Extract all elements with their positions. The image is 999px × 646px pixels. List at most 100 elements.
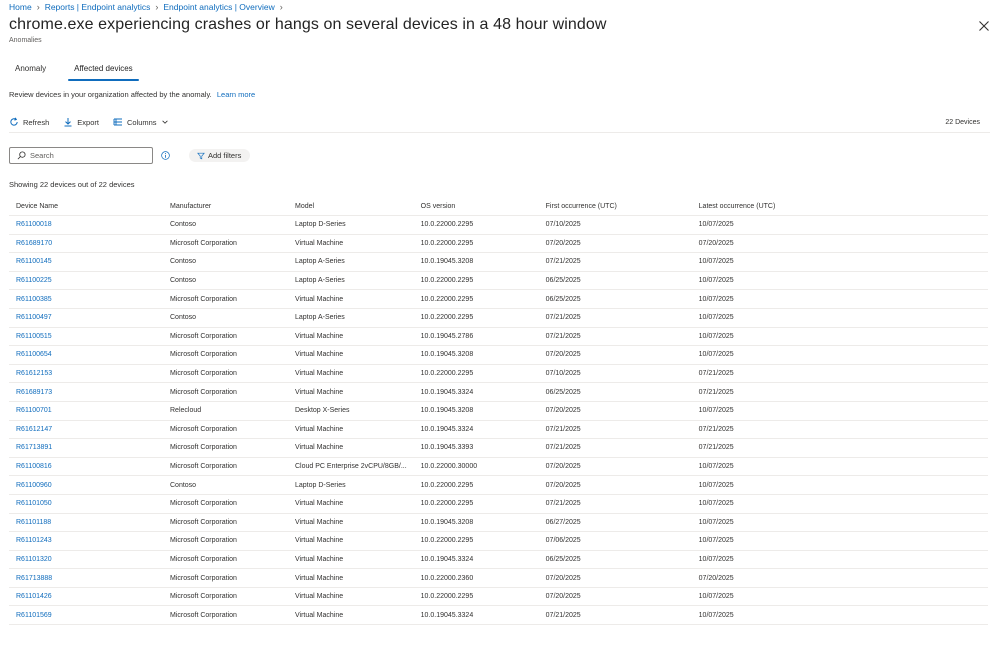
close-icon[interactable] — [978, 20, 990, 32]
os-version-cell: 10.0.19045.3324 — [413, 382, 539, 402]
column-header-device-name[interactable]: Device Name — [9, 197, 163, 216]
first-occurrence-cell: 07/20/2025 — [538, 345, 692, 365]
column-header-manufacturer[interactable]: Manufacturer — [163, 197, 288, 216]
breadcrumb-home[interactable]: Home — [9, 2, 32, 12]
first-occurrence-cell: 07/20/2025 — [538, 475, 692, 495]
manufacturer-cell: Microsoft Corporation — [163, 345, 288, 365]
column-header-latest-occurrence[interactable]: Latest occurrence (UTC) — [691, 197, 988, 216]
search-input[interactable]: Search — [9, 147, 153, 164]
device-name-link[interactable]: R61100701 — [9, 401, 163, 421]
table-row[interactable]: R61101569 Microsoft Corporation Virtual Ma… — [9, 605, 988, 626]
table-row[interactable]: R61713891 Microsoft Corporation Virtual Ma… — [9, 438, 988, 458]
device-name-link[interactable]: R61713888 — [9, 568, 163, 588]
export-button[interactable]: Export — [63, 117, 99, 127]
column-header-first-occurrence[interactable]: First occurrence (UTC) — [538, 197, 692, 216]
device-name-link[interactable]: R61100515 — [9, 327, 163, 347]
table-row[interactable]: R61100816 Microsoft Corporation Cloud PC E… — [9, 457, 988, 477]
manufacturer-cell: Contoso — [163, 215, 288, 235]
table-row[interactable]: R61689170 Microsoft Corporation Virtual Ma… — [9, 234, 988, 254]
device-name-link[interactable]: R61689170 — [9, 234, 163, 254]
table-row[interactable]: R61101320 Microsoft Corporation Virtual Ma… — [9, 550, 988, 570]
table-row[interactable]: R61100018 Contoso Laptop D-Series 10.0.2200… — [9, 215, 988, 235]
manufacturer-cell: Microsoft Corporation — [163, 605, 288, 626]
first-occurrence-cell: 07/20/2025 — [538, 568, 692, 588]
device-name-link[interactable]: R61100497 — [9, 308, 163, 328]
device-name-link[interactable]: R61100654 — [9, 345, 163, 365]
device-name-link[interactable]: R61100385 — [9, 289, 163, 309]
device-name-link[interactable]: R61612153 — [9, 364, 163, 384]
breadcrumb-reports[interactable]: Reports | Endpoint analytics — [45, 2, 151, 12]
columns-button[interactable]: Columns — [113, 117, 169, 127]
model-cell: Desktop X-Series — [288, 401, 414, 421]
add-filters-button[interactable]: Add filters — [189, 149, 251, 162]
manufacturer-cell: Microsoft Corporation — [163, 513, 288, 533]
device-name-link[interactable]: R61100018 — [9, 215, 163, 235]
table-row[interactable]: R61101243 Microsoft Corporation Virtual Ma… — [9, 531, 988, 551]
latest-occurrence-cell: 10/07/2025 — [691, 550, 988, 570]
device-name-link[interactable]: R61101569 — [9, 605, 163, 626]
chevron-right-icon: › — [36, 2, 40, 12]
manufacturer-cell: Microsoft Corporation — [163, 327, 288, 347]
first-occurrence-cell: 06/25/2025 — [538, 550, 692, 570]
device-name-link[interactable]: R61101188 — [9, 513, 163, 533]
device-name-link[interactable]: R61100816 — [9, 457, 163, 477]
table-row[interactable]: R61100515 Microsoft Corporation Virtual Ma… — [9, 327, 988, 347]
device-name-link[interactable]: R61101243 — [9, 531, 163, 551]
model-cell: Virtual Machine — [288, 420, 414, 440]
first-occurrence-cell: 07/20/2025 — [538, 587, 692, 607]
model-cell: Virtual Machine — [288, 531, 414, 551]
latest-occurrence-cell: 10/07/2025 — [691, 308, 988, 328]
model-cell: Laptop D-Series — [288, 475, 414, 495]
latest-occurrence-cell: 10/07/2025 — [691, 475, 988, 495]
model-cell: Laptop A-Series — [288, 271, 414, 291]
column-header-os-version[interactable]: OS version — [413, 197, 539, 216]
column-header-model[interactable]: Model — [288, 197, 414, 216]
device-name-link[interactable]: R61101426 — [9, 587, 163, 607]
first-occurrence-cell: 06/25/2025 — [538, 382, 692, 402]
manufacturer-cell: Microsoft Corporation — [163, 587, 288, 607]
latest-occurrence-cell: 10/07/2025 — [691, 401, 988, 421]
page-subtitle: Anomalies — [9, 37, 42, 44]
columns-icon — [113, 118, 122, 126]
table-row[interactable]: R61101426 Microsoft Corporation Virtual Ma… — [9, 587, 988, 607]
device-name-link[interactable]: R61713891 — [9, 438, 163, 458]
learn-more-link[interactable]: Learn more — [217, 90, 255, 99]
table-row[interactable]: R61100960 Contoso Laptop D-Series 10.0.2200… — [9, 475, 988, 495]
breadcrumb-overview[interactable]: Endpoint analytics | Overview — [163, 2, 274, 12]
table-row[interactable]: R61612153 Microsoft Corporation Virtual Ma… — [9, 364, 988, 384]
table-row[interactable]: R61100225 Contoso Laptop A-Series 10.0.2200… — [9, 271, 988, 291]
table-row[interactable]: R61100701 Relecloud Desktop X-Series 10.0.1… — [9, 401, 988, 421]
table-row[interactable]: R61689173 Microsoft Corporation Virtual Ma… — [9, 382, 988, 402]
model-cell: Virtual Machine — [288, 289, 414, 309]
model-cell: Virtual Machine — [288, 327, 414, 347]
device-name-link[interactable]: R61689173 — [9, 382, 163, 402]
device-name-link[interactable]: R61101050 — [9, 494, 163, 514]
info-icon[interactable] — [161, 151, 170, 160]
table-row[interactable]: R61100385 Microsoft Corporation Virtual Ma… — [9, 289, 988, 309]
latest-occurrence-cell: 10/07/2025 — [691, 327, 988, 347]
device-name-link[interactable]: R61101320 — [9, 550, 163, 570]
refresh-button[interactable]: Refresh — [9, 117, 49, 127]
tab-affected-devices[interactable]: Affected devices — [68, 62, 139, 81]
first-occurrence-cell: 07/21/2025 — [538, 605, 692, 626]
os-version-cell: 10.0.19045.3208 — [413, 401, 539, 421]
tab-anomaly[interactable]: Anomaly — [9, 62, 52, 81]
table-row[interactable]: R61612147 Microsoft Corporation Virtual Ma… — [9, 420, 988, 440]
manufacturer-cell: Microsoft Corporation — [163, 364, 288, 384]
more-options-button[interactable]: ··· — [530, 17, 544, 29]
manufacturer-cell: Microsoft Corporation — [163, 550, 288, 570]
table-row[interactable]: R61100654 Microsoft Corporation Virtual Ma… — [9, 345, 988, 365]
description-text: Review devices in your organization affe… — [9, 90, 212, 99]
device-name-link[interactable]: R61612147 — [9, 420, 163, 440]
table-row[interactable]: R61101050 Microsoft Corporation Virtual Ma… — [9, 494, 988, 514]
device-name-link[interactable]: R61100145 — [9, 252, 163, 272]
device-name-link[interactable]: R61100960 — [9, 475, 163, 495]
table-row[interactable]: R61100145 Contoso Laptop A-Series 10.0.1904… — [9, 252, 988, 272]
table-row[interactable]: R61100497 Contoso Laptop A-Series 10.0.2200… — [9, 308, 988, 328]
device-name-link[interactable]: R61100225 — [9, 271, 163, 291]
first-occurrence-cell: 07/20/2025 — [538, 457, 692, 477]
table-row[interactable]: R61713888 Microsoft Corporation Virtual Ma… — [9, 568, 988, 588]
results-summary: Showing 22 devices out of 22 devices — [9, 180, 135, 189]
table-row[interactable]: R61101188 Microsoft Corporation Virtual Ma… — [9, 513, 988, 533]
os-version-cell: 10.0.19045.3393 — [413, 438, 539, 458]
